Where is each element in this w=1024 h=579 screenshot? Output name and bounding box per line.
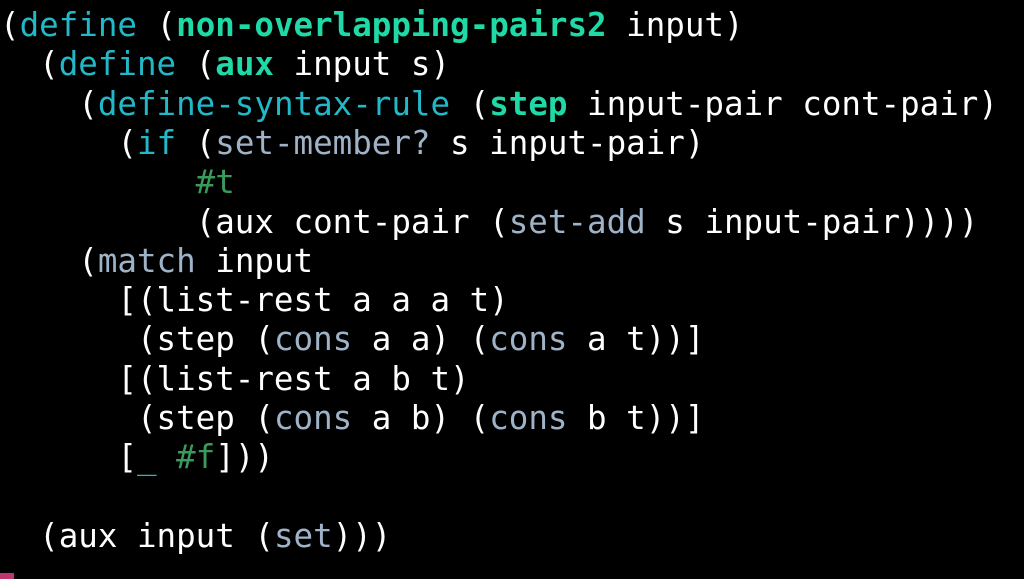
code-token: define [58, 45, 177, 84]
code-token: aux [215, 45, 274, 84]
code-token: ( [0, 241, 98, 280]
code-token: ( [450, 84, 490, 123]
code-token: s input-pair)))) [645, 202, 979, 241]
code-line: [(list-rest a b t) [0, 359, 470, 399]
code-token: (aux input ( [0, 516, 274, 555]
code-token: input-pair cont-pair) [567, 84, 998, 123]
code-token: ( [0, 123, 137, 162]
code-token: [(list-rest a b t) [0, 359, 470, 398]
code-token: cons [273, 320, 353, 359]
code-line: (define (aux input s) [0, 45, 450, 84]
code-line: #t [0, 163, 235, 202]
code-token: ( [0, 6, 20, 44]
margin-marker [0, 573, 14, 579]
code-line: (if (set-member? s input-pair) [0, 124, 704, 163]
code-token: a b) ( [352, 399, 490, 437]
code-token: input) [606, 6, 744, 44]
code-token: set [273, 516, 333, 555]
code-token: define-syntax-rule [97, 84, 451, 123]
code-token: a a) ( [352, 320, 490, 359]
code-token: define [19, 6, 137, 44]
code-token: cons [489, 320, 568, 359]
code-token: ( [0, 84, 98, 123]
code-line: [_ #f])) [0, 438, 274, 477]
code-editor[interactable]: (define (non-overlapping-pairs2 input) (… [0, 6, 1024, 579]
code-token: b t))] [567, 399, 705, 437]
code-token: ( [0, 45, 59, 84]
code-token: set-add [508, 202, 646, 241]
code-line: (match input [0, 242, 313, 281]
code-token: if [136, 123, 177, 162]
code-token: (aux cont-pair ( [0, 202, 509, 241]
code-line: (aux cont-pair (set-add s input-pair)))) [0, 202, 979, 242]
code-line: (step (cons a a) (cons a t))] [0, 320, 704, 359]
code-token: match [97, 241, 196, 280]
code-line: (define (non-overlapping-pairs2 input) [0, 6, 744, 45]
code-token: step [489, 84, 568, 123]
code-line: (aux input (set))) [0, 517, 391, 556]
code-token: ])) [215, 438, 274, 477]
code-token: (step ( [0, 320, 274, 359]
code-token: s input-pair) [430, 123, 705, 162]
code-token: ( [136, 6, 177, 44]
code-token: ( [176, 45, 216, 84]
code-token: [(list-rest a a a t) [0, 281, 509, 320]
code-token: set-member? [215, 123, 431, 162]
code-token: [ [0, 438, 137, 477]
code-token: (step ( [0, 399, 274, 437]
code-token: cons [273, 399, 353, 437]
code-token: non-overlapping-pairs2 [176, 6, 607, 44]
code-token: #t [195, 163, 235, 202]
code-token: ( [176, 123, 216, 162]
code-token: a t))] [567, 320, 705, 359]
code-token: _ [136, 438, 157, 477]
code-line: (step (cons a b) (cons b t))] [0, 399, 704, 438]
code-token: ))) [332, 516, 392, 555]
code-token: #f [176, 438, 216, 477]
code-token: input s) [273, 45, 451, 84]
code-line: [(list-rest a a a t) [0, 281, 509, 320]
code-token: input [195, 241, 314, 280]
code-token: cons [489, 399, 568, 437]
code-line: (define-syntax-rule (step input-pair con… [0, 85, 998, 124]
